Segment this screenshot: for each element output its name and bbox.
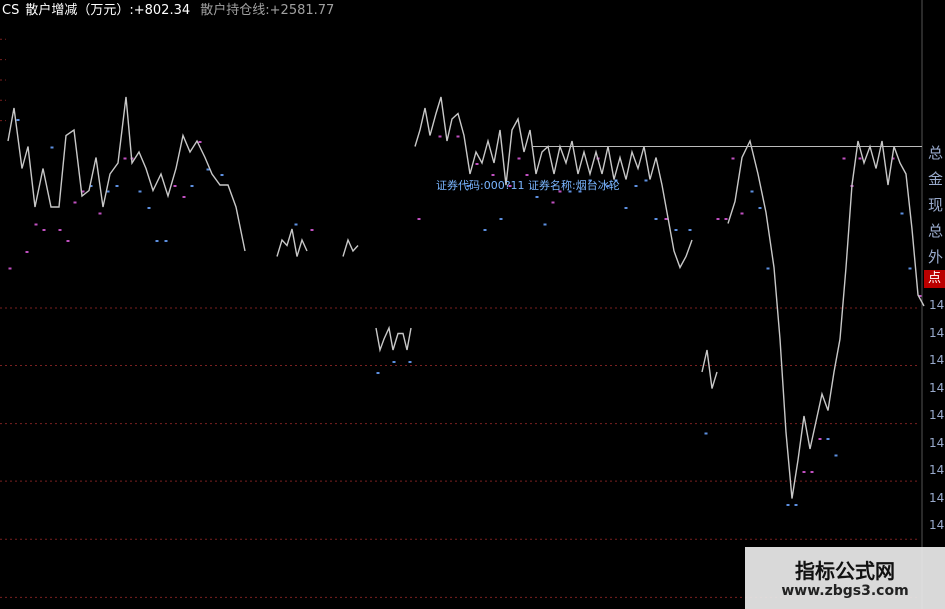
- bar: [155, 240, 159, 242]
- bar: [58, 229, 62, 231]
- bar: [551, 201, 555, 204]
- bar: [98, 212, 102, 215]
- price-tick: 14: [929, 463, 945, 477]
- bar: [310, 229, 314, 231]
- bar: [786, 504, 790, 506]
- right-label[interactable]: 总: [926, 218, 945, 244]
- bar: [802, 471, 806, 473]
- price-tick: 14: [929, 435, 945, 450]
- security-tooltip: 证券代码:000?11 证券名称:烟台冰轮: [436, 179, 620, 192]
- right-label[interactable]: 金: [926, 166, 945, 192]
- bar: [525, 174, 529, 176]
- bar: [794, 504, 798, 506]
- bar: [674, 229, 678, 231]
- holding-line-segment: [375, 325, 412, 353]
- bar: [138, 190, 142, 193]
- bar: [624, 207, 628, 209]
- holding-line-segment: [342, 238, 359, 257]
- bar: [688, 229, 692, 231]
- bar: [408, 361, 412, 363]
- bar: [543, 223, 547, 226]
- bar: [173, 185, 177, 187]
- bar: [16, 119, 20, 121]
- series-value-retail-holding-line: +2581.77: [269, 3, 335, 18]
- holding-line-segment: [7, 96, 246, 252]
- bar: [499, 218, 503, 220]
- bar: [392, 361, 396, 363]
- bar: [858, 157, 862, 160]
- right-label[interactable]: 总: [926, 140, 945, 166]
- bar: [456, 135, 460, 138]
- bar: [654, 218, 658, 220]
- bar: [842, 157, 846, 160]
- bar: [376, 372, 380, 374]
- bar: [810, 471, 814, 473]
- price-axis-ticks: 14 14 14 14 14 14 14 14 14: [929, 292, 945, 540]
- bar: [42, 229, 46, 231]
- holding-line-segment: [701, 349, 718, 389]
- bar: [115, 185, 119, 187]
- right-panel-badge[interactable]: 点: [924, 270, 945, 288]
- bar: [25, 251, 29, 253]
- bar: [517, 157, 521, 160]
- price-tick: 14: [929, 518, 945, 532]
- bar: [417, 218, 421, 220]
- bar: [123, 157, 127, 160]
- bar: [900, 212, 904, 215]
- holding-line-segment: [727, 138, 925, 499]
- bar: [908, 267, 912, 270]
- right-panel-labels: 总 金 现 总 外: [926, 140, 945, 270]
- right-label[interactable]: 外: [926, 244, 945, 270]
- series-code: CS: [2, 3, 20, 18]
- bar: [438, 135, 442, 138]
- bar: [220, 174, 224, 176]
- bar: [66, 240, 70, 242]
- holding-line-segment: [276, 228, 308, 257]
- indicator-chart[interactable]: [0, 0, 945, 609]
- bar: [147, 207, 151, 209]
- bar: [716, 218, 720, 220]
- bar: [664, 218, 668, 220]
- bar: [740, 212, 744, 215]
- bar: [750, 190, 754, 193]
- series-value-retail-change: +802.34: [133, 3, 191, 18]
- bar: [190, 185, 194, 187]
- price-tick: 14: [929, 298, 945, 312]
- price-tick: 14: [929, 325, 945, 340]
- right-label[interactable]: 现: [926, 192, 945, 218]
- bar: [491, 174, 495, 176]
- bar: [644, 179, 648, 182]
- bar: [731, 157, 735, 160]
- bar: [766, 267, 770, 270]
- price-tick: 14: [929, 353, 945, 367]
- bar: [475, 163, 479, 165]
- bar: [294, 223, 298, 226]
- bar: [704, 432, 708, 435]
- price-tick: 14: [929, 408, 945, 422]
- bar: [34, 223, 38, 226]
- chart-header: CS 散户增减（万元）:+802.34 散户持仓线:+2581.77: [0, 0, 340, 22]
- series-label-retail-holding-line: 散户持仓线:: [200, 3, 270, 18]
- bar: [724, 218, 728, 220]
- bar: [182, 196, 186, 198]
- bar: [818, 438, 822, 440]
- bar: [50, 146, 54, 149]
- bar: [73, 201, 77, 204]
- bar: [535, 196, 539, 198]
- watermark-banner: 指标公式网 www.zbgs3.com: [745, 547, 945, 609]
- bar: [826, 438, 830, 440]
- bar: [164, 240, 168, 242]
- watermark-url: www.zbgs3.com: [781, 583, 909, 599]
- bar: [834, 454, 838, 457]
- price-tick: 14: [929, 490, 945, 505]
- watermark-title: 指标公式网: [795, 559, 895, 583]
- bar: [8, 267, 12, 270]
- bar: [634, 185, 638, 187]
- price-tick: 14: [929, 380, 945, 395]
- bar: [758, 207, 762, 209]
- series-label-retail-change: 散户增减（万元）:: [25, 3, 134, 18]
- bar: [198, 141, 202, 143]
- bar: [483, 229, 487, 231]
